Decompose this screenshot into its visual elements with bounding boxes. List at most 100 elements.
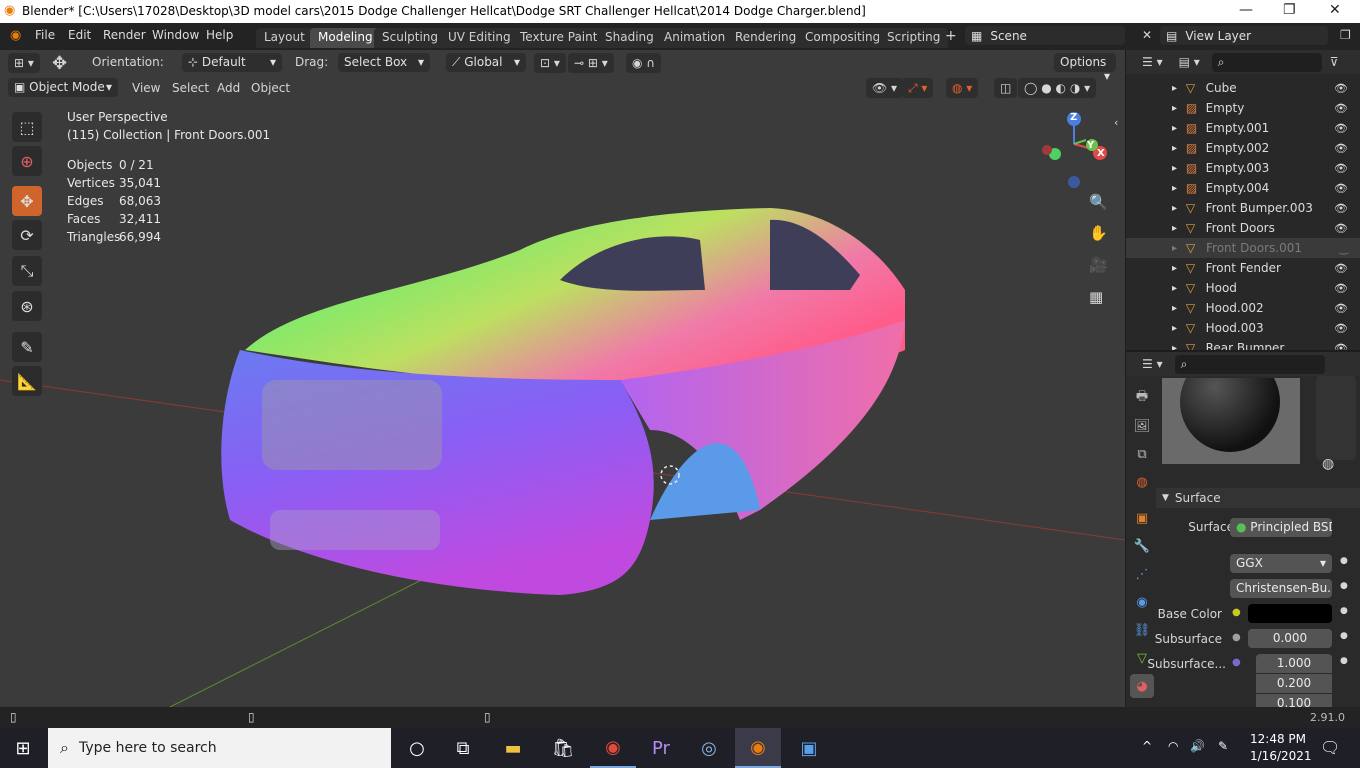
modifier-tab-icon[interactable]: 🔧	[1130, 534, 1154, 558]
color-socket-icon[interactable]: ●	[1232, 607, 1241, 618]
volume-icon[interactable]: 🔊	[1190, 739, 1205, 753]
viewport-menu-object[interactable]: Object	[251, 81, 290, 95]
transform-orientation-dropdown[interactable]: ⟋ Global ▾	[446, 53, 526, 72]
windows-start-icon[interactable]: ⊞	[0, 728, 46, 768]
eye-icon[interactable]: 👁	[1334, 142, 1348, 155]
task-view-icon[interactable]: ⧉	[440, 728, 486, 768]
tray-chevron-icon[interactable]: ^	[1142, 739, 1152, 753]
constraints-tab-icon[interactable]: ⛓	[1130, 618, 1154, 642]
render-tab-icon[interactable]: 🖶	[1130, 386, 1154, 410]
value-socket-icon[interactable]: ●	[1232, 632, 1241, 643]
close-icon[interactable]: ✕	[1329, 2, 1341, 18]
keyframe-dot-icon[interactable]: ●	[1340, 556, 1348, 566]
measure-tool[interactable]: 📐	[12, 366, 42, 396]
surface-shader-field[interactable]: ● Principled BSDF	[1230, 518, 1332, 537]
clock-date[interactable]: 1/16/2021	[1250, 749, 1312, 763]
world-preview-icon[interactable]: ◍	[1322, 456, 1334, 472]
pan-hand-icon[interactable]: ✋	[1089, 224, 1108, 242]
rotate-tool[interactable]: ⟳	[12, 220, 42, 250]
steam-icon[interactable]: ◎	[686, 728, 732, 768]
eye-icon[interactable]: 👁	[1334, 82, 1348, 95]
output-tab-icon[interactable]: 🖼	[1130, 414, 1154, 438]
view-layer-copy-icon[interactable]: ❐	[1340, 28, 1351, 42]
transform-tool-icon[interactable]: ✥	[52, 53, 67, 74]
menu-render[interactable]: Render	[103, 28, 146, 42]
proportional-edit-icon[interactable]: ◉ ∩	[626, 53, 662, 73]
tab-rendering[interactable]: Rendering	[727, 28, 805, 48]
eye-icon[interactable]: 👁	[1334, 282, 1348, 295]
subsurface-radius-y[interactable]: 0.200	[1256, 674, 1332, 693]
add-workspace-icon[interactable]: +	[945, 28, 957, 44]
zoom-icon[interactable]: 🔍	[1089, 193, 1108, 211]
outliner-search-input[interactable]: ⌕	[1211, 52, 1322, 72]
file-explorer-icon[interactable]: ▬	[490, 728, 536, 768]
minimize-icon[interactable]: —	[1239, 2, 1253, 18]
scene-selector[interactable]: ▦ Scene	[965, 26, 1125, 45]
eye-icon[interactable]: 👁	[1334, 222, 1348, 235]
snap-icon[interactable]: ⊸ ⊞ ▾	[568, 53, 614, 73]
keyframe-dot-icon[interactable]: ●	[1340, 656, 1348, 666]
tab-texture-paint[interactable]: Texture Paint	[512, 28, 606, 48]
scene-close-icon[interactable]: ✕	[1142, 28, 1152, 42]
expand-chevron-icon[interactable]: ▸	[1172, 163, 1186, 174]
taskbar-search[interactable]: ⌕ Type here to search	[48, 728, 391, 768]
visibility-icon[interactable]: 👁 ▾	[866, 78, 904, 98]
eye-icon[interactable]: 👁	[1334, 322, 1348, 335]
network-icon[interactable]: ◠	[1168, 739, 1178, 753]
viewport-menu-add[interactable]: Add	[217, 81, 240, 95]
pivot-point-icon[interactable]: ⊡ ▾	[534, 53, 566, 73]
expand-chevron-icon[interactable]: ▸	[1172, 283, 1186, 294]
expand-chevron-icon[interactable]: ▸	[1172, 263, 1186, 274]
eye-icon[interactable]: 👁	[1334, 342, 1348, 351]
material-tab-icon[interactable]: ◕	[1130, 674, 1154, 698]
subsurface-value-field[interactable]: 0.000	[1248, 629, 1332, 648]
ortho-grid-icon[interactable]: ▦	[1089, 288, 1103, 306]
photos-icon[interactable]: ▣	[786, 728, 832, 768]
expand-chevron-icon[interactable]: ▸	[1172, 103, 1186, 114]
blender-menu-icon[interactable]: ◉	[10, 28, 21, 43]
mode-dropdown[interactable]: ▣ Object Mode ▾	[8, 78, 118, 97]
tab-animation[interactable]: Animation	[656, 28, 734, 48]
outliner-row[interactable]: ▸ ▽ Rear Bumper 👁	[1126, 338, 1360, 350]
expand-chevron-icon[interactable]: ▸	[1172, 303, 1186, 314]
outliner-row[interactable]: ▸ ▽ Front Doors.001 ‿	[1126, 238, 1360, 258]
display-mode-icon[interactable]: ▤ ▾	[1172, 52, 1206, 72]
expand-chevron-icon[interactable]: ▸	[1172, 203, 1186, 214]
outliner-row[interactable]: ▸ ▨ Empty.002 👁	[1126, 138, 1360, 158]
properties-editor-icon[interactable]: ☰ ▾	[1136, 354, 1169, 374]
surface-panel-header[interactable]: ▼ Surface	[1156, 488, 1360, 508]
outliner-row[interactable]: ▸ ▽ Cube 👁	[1126, 78, 1360, 98]
cortana-icon[interactable]: ○	[394, 728, 440, 768]
select-box-tool[interactable]: ⬚	[12, 112, 42, 142]
eye-icon[interactable]: 👁	[1334, 302, 1348, 315]
gizmo-toggle-icon[interactable]: ⤢ ▾	[902, 78, 934, 98]
3d-viewport[interactable]: ⊞ ▾ ✥ Orientation: ⊹ Default ▾ Drag: Sele…	[0, 50, 1125, 707]
menu-window[interactable]: Window	[152, 28, 199, 42]
tab-uv-editing[interactable]: UV Editing	[440, 28, 519, 48]
distribution-dropdown[interactable]: GGX ▾	[1230, 554, 1332, 573]
subsurface-radius-z[interactable]: 0.100	[1256, 694, 1332, 707]
outliner-row[interactable]: ▸ ▨ Empty.004 👁	[1126, 178, 1360, 198]
menu-file[interactable]: File	[35, 28, 55, 42]
subsurface-radius-x[interactable]: 1.000	[1256, 654, 1332, 673]
eye-icon[interactable]: 👁	[1334, 262, 1348, 275]
shading-modes-icon[interactable]: ◯ ● ◐ ◑ ▾	[1018, 78, 1097, 98]
outliner-row[interactable]: ▸ ▽ Hood 👁	[1126, 278, 1360, 298]
store-icon[interactable]: 🛍	[540, 728, 586, 768]
view-layer-selector[interactable]: ▤ View Layer	[1160, 26, 1328, 45]
expand-chevron-icon[interactable]: ▸	[1172, 183, 1186, 194]
expand-chevron-icon[interactable]: ▸	[1172, 143, 1186, 154]
transform-tool[interactable]: ⊛	[12, 291, 42, 321]
xray-icon[interactable]: ◫	[994, 78, 1018, 98]
view-layer-tab-icon[interactable]: ⧉	[1130, 442, 1154, 466]
scene-tab-icon[interactable]: ◍	[1130, 470, 1154, 494]
object-tab-icon[interactable]: ▣	[1130, 506, 1154, 530]
tab-layout[interactable]: Layout	[256, 28, 313, 48]
tab-compositing[interactable]: Compositing	[797, 28, 889, 48]
preview-type-buttons[interactable]	[1316, 376, 1356, 460]
expand-chevron-icon[interactable]: ▸	[1172, 123, 1186, 134]
keyframe-dot-icon[interactable]: ●	[1340, 631, 1348, 641]
annotate-tool[interactable]: ✎	[12, 332, 42, 362]
eye-icon[interactable]: 👁	[1334, 202, 1348, 215]
expand-chevron-icon[interactable]: ▸	[1172, 223, 1186, 234]
